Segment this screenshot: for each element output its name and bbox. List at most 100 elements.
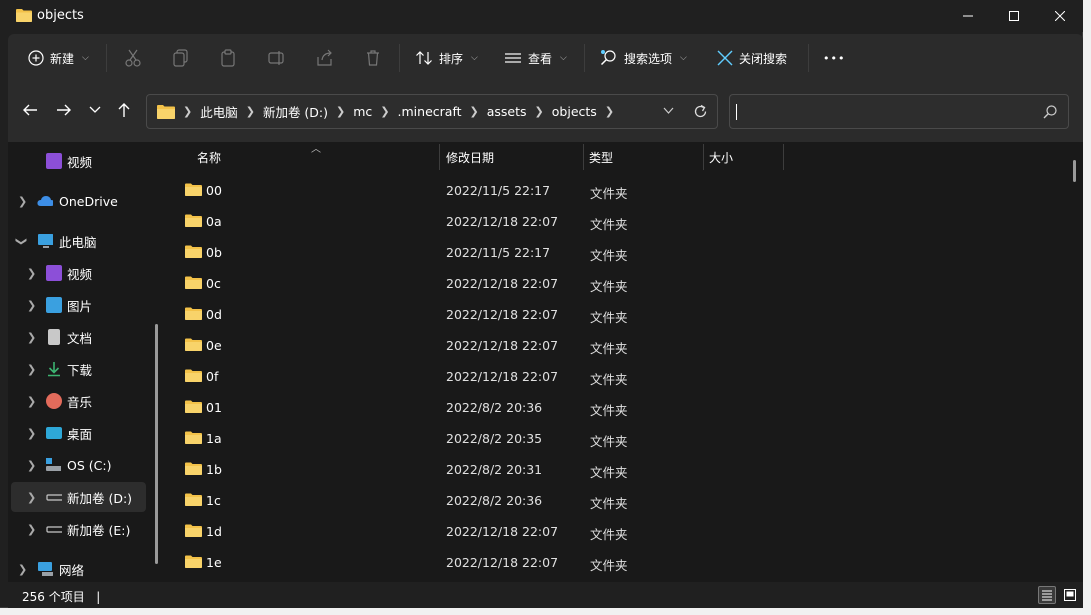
column-divider[interactable] xyxy=(783,144,784,170)
folder-icon xyxy=(185,524,202,537)
breadcrumb-separator-icon[interactable]: ❯ xyxy=(470,105,479,118)
cut-icon[interactable] xyxy=(124,49,142,67)
chevron-right-icon[interactable]: ❯ xyxy=(18,563,27,576)
chevron-right-icon[interactable]: ❯ xyxy=(27,267,36,280)
file-name: 0c xyxy=(206,276,221,291)
breadcrumb-separator-icon[interactable]: ❯ xyxy=(246,105,255,118)
details-view-button[interactable] xyxy=(1038,586,1056,604)
breadcrumb-objects[interactable]: objects xyxy=(552,104,597,119)
table-row[interactable]: 1c 2022/8/2 20:36 文件夹 xyxy=(165,485,1065,516)
close-search-button[interactable]: 关闭搜索 xyxy=(717,34,787,82)
sidebar-item-drive-e[interactable]: ❯ 新加卷 (E:) xyxy=(8,514,165,544)
table-row[interactable]: 0e 2022/12/18 22:07 文件夹 xyxy=(165,330,1065,361)
sort-button[interactable]: 排序 ⌵ xyxy=(415,34,478,82)
table-row[interactable]: 01 2022/8/2 20:36 文件夹 xyxy=(165,392,1065,423)
column-divider[interactable] xyxy=(439,144,440,170)
back-arrow-icon[interactable] xyxy=(22,102,38,118)
table-row[interactable]: 00 2022/11/5 22:17 文件夹 xyxy=(165,175,1065,206)
breadcrumb-drive-d[interactable]: 新加卷 (D:) xyxy=(263,102,328,121)
sidebar-item-videos-quick[interactable]: 视频 xyxy=(8,146,165,176)
breadcrumb-minecraft[interactable]: .minecraft xyxy=(398,104,462,119)
chevron-right-icon[interactable]: ❯ xyxy=(18,195,27,208)
chevron-right-icon[interactable]: ❯ xyxy=(27,331,36,344)
breadcrumb-mc[interactable]: mc xyxy=(353,104,372,119)
breadcrumb-separator-icon[interactable]: ❯ xyxy=(380,105,389,118)
sidebar-item-videos[interactable]: ❯ 视频 xyxy=(8,258,165,288)
file-modified: 2022/11/5 22:17 xyxy=(446,183,551,198)
recent-locations-chevron-icon[interactable] xyxy=(89,105,101,115)
pictures-icon xyxy=(46,297,62,313)
chevron-down-icon[interactable]: ❯ xyxy=(15,236,28,245)
sidebar-item-desktop[interactable]: ❯ 桌面 xyxy=(8,418,165,448)
chevron-right-icon[interactable]: ❯ xyxy=(27,363,36,376)
forward-arrow-icon[interactable] xyxy=(56,102,72,118)
chevron-right-icon[interactable]: ❯ xyxy=(27,523,36,536)
table-row[interactable]: 0f 2022/12/18 22:07 文件夹 xyxy=(165,361,1065,392)
column-header-size[interactable]: 大小 xyxy=(709,142,733,172)
sidebar-item-drive-c[interactable]: ❯ OS (C:) xyxy=(8,450,165,480)
paste-icon[interactable] xyxy=(220,49,238,67)
search-icon[interactable] xyxy=(1043,105,1057,119)
sidebar-item-pictures[interactable]: ❯ 图片 xyxy=(8,290,165,320)
maximize-button[interactable] xyxy=(991,0,1037,32)
large-icons-view-button[interactable] xyxy=(1061,586,1079,604)
column-header-name[interactable]: 名称 xyxy=(197,142,221,172)
column-header-modified[interactable]: 修改日期 xyxy=(446,142,494,172)
table-row[interactable]: 0a 2022/12/18 22:07 文件夹 xyxy=(165,206,1065,237)
chevron-right-icon[interactable]: ❯ xyxy=(27,491,36,504)
sidebar-item-this-pc[interactable]: ❯ 此电脑 xyxy=(8,226,165,256)
column-divider[interactable] xyxy=(583,144,584,170)
sidebar-scrollbar[interactable] xyxy=(155,324,158,564)
status-divider: | xyxy=(96,590,101,604)
table-row[interactable]: 1d 2022/12/18 22:07 文件夹 xyxy=(165,516,1065,547)
column-divider[interactable] xyxy=(703,144,704,170)
rename-icon[interactable] xyxy=(268,49,286,67)
column-type-label: 类型 xyxy=(589,150,614,165)
delete-icon[interactable] xyxy=(364,49,382,67)
more-button[interactable]: ••• xyxy=(823,34,845,82)
breadcrumb-separator-icon[interactable]: ❯ xyxy=(605,105,614,118)
sidebar-item-documents[interactable]: ❯ 文档 xyxy=(8,322,165,352)
sidebar-item-downloads[interactable]: ❯ 下载 xyxy=(8,354,165,384)
chevron-right-icon[interactable]: ❯ xyxy=(27,395,36,408)
minimize-button[interactable] xyxy=(945,0,991,32)
share-icon[interactable] xyxy=(316,49,334,67)
table-row[interactable]: 1a 2022/8/2 20:35 文件夹 xyxy=(165,423,1065,454)
close-button[interactable] xyxy=(1037,0,1083,32)
breadcrumb-separator-icon[interactable]: ❯ xyxy=(336,105,345,118)
chevron-right-icon[interactable]: ❯ xyxy=(27,459,36,472)
copy-icon[interactable] xyxy=(172,49,190,67)
column-header-type[interactable]: 类型 xyxy=(589,142,613,172)
breadcrumb-separator-icon[interactable]: ❯ xyxy=(535,105,544,118)
address-bar[interactable]: ❯ 此电脑 ❯ 新加卷 (D:) ❯ mc ❯ .minecraft ❯ ass… xyxy=(146,94,718,129)
refresh-icon[interactable] xyxy=(693,104,708,119)
file-list-scrollbar[interactable] xyxy=(1073,160,1076,182)
table-row[interactable]: 1e 2022/12/18 22:07 文件夹 xyxy=(165,547,1065,578)
sidebar-item-label: 下载 xyxy=(67,362,93,378)
folder-icon xyxy=(185,338,202,351)
breadcrumb-separator-icon[interactable]: ❯ xyxy=(183,105,192,118)
search-options-button[interactable]: 搜索选项 ⌵ xyxy=(600,34,687,82)
table-row[interactable]: 1b 2022/8/2 20:31 文件夹 xyxy=(165,454,1065,485)
chevron-right-icon[interactable]: ❯ xyxy=(27,427,36,440)
new-button[interactable]: 新建 ⌵ xyxy=(28,34,89,82)
breadcrumb-this-pc[interactable]: 此电脑 xyxy=(200,102,238,121)
file-name: 1e xyxy=(206,555,222,570)
address-history-chevron-icon[interactable] xyxy=(663,107,674,115)
sidebar-item-music[interactable]: ❯ 音乐 xyxy=(8,386,165,416)
chevron-right-icon[interactable]: ❯ xyxy=(27,299,36,312)
sidebar-item-label: 图片 xyxy=(67,298,93,314)
sidebar-item-network[interactable]: ❯ 网络 xyxy=(8,554,165,582)
table-row[interactable]: 0c 2022/12/18 22:07 文件夹 xyxy=(165,268,1065,299)
up-arrow-icon[interactable] xyxy=(116,102,132,118)
sidebar-item-onedrive[interactable]: ❯ OneDrive xyxy=(8,186,165,216)
sidebar-item-drive-d[interactable]: ❯ 新加卷 (D:) xyxy=(11,482,146,512)
search-box[interactable] xyxy=(729,94,1069,129)
table-row[interactable]: 0d 2022/12/18 22:07 文件夹 xyxy=(165,299,1065,330)
breadcrumb-assets[interactable]: assets xyxy=(487,104,527,119)
sidebar-item-label: 音乐 xyxy=(67,394,93,410)
file-modified: 2022/12/18 22:07 xyxy=(446,338,559,353)
table-row[interactable]: 0b 2022/11/5 22:17 文件夹 xyxy=(165,237,1065,268)
sort-label: 排序 xyxy=(439,51,464,66)
view-button[interactable]: 查看 ⌵ xyxy=(504,34,567,82)
